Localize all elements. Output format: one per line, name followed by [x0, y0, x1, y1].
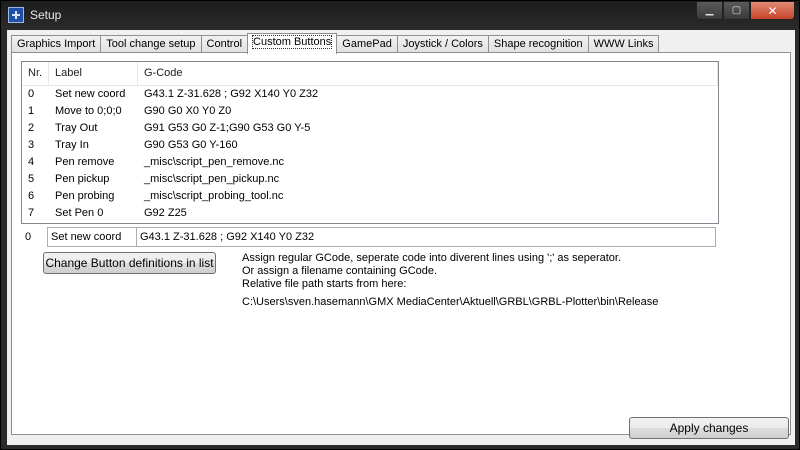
list-row[interactable]: 1 Move to 0;0;0 G90 G0 X0 Y0 Z0	[22, 103, 718, 120]
window-title: Setup	[30, 8, 62, 22]
tab-strip: Graphics Import Tool change setup Contro…	[11, 33, 660, 54]
cell-label: Tray Out	[55, 122, 98, 134]
column-header-nr[interactable]: Nr.	[22, 62, 49, 85]
cell-gcode: G90 G0 X0 Y0 Z0	[144, 105, 232, 117]
maximize-button[interactable]: ▢	[723, 2, 750, 20]
cell-gcode: G91 G53 G0 Z-1;G90 G53 G0 Y-5	[144, 122, 311, 134]
list-row[interactable]: 4 Pen remove _misc\script_pen_remove.nc	[22, 154, 718, 171]
cell-nr: 2	[28, 122, 35, 134]
cell-label: Set new coord	[55, 88, 126, 100]
cell-gcode: _misc\script_pen_remove.nc	[144, 156, 285, 168]
list-row[interactable]: 5 Pen pickup _misc\script_pen_pickup.nc	[22, 171, 718, 188]
tab-label: Custom Buttons	[252, 35, 333, 49]
cell-label: Pen pickup	[55, 173, 110, 185]
hint-line: Assign regular GCode, seperate code into…	[242, 252, 622, 264]
list-row[interactable]: 3 Tray In G90 G53 G0 Y-160	[22, 137, 718, 154]
tab-label: GamePad	[342, 38, 392, 50]
cell-label: Move to 0;0;0	[55, 105, 122, 117]
custom-buttons-list[interactable]: Nr. Label G-Code 0 Set new coord G43.1 Z…	[21, 61, 719, 224]
custom-buttons-panel: Nr. Label G-Code 0 Set new coord G43.1 Z…	[11, 52, 791, 435]
tab-custom-buttons[interactable]: Custom Buttons	[247, 33, 338, 54]
title-bar[interactable]: Setup ▁ ▢ ✕	[1, 1, 800, 31]
close-icon: ✕	[767, 3, 778, 18]
gcode-hint: Assign regular GCode, seperate code into…	[242, 252, 621, 291]
cell-nr: 6	[28, 190, 35, 202]
minimize-button[interactable]: ▁	[696, 2, 723, 20]
tab-label: Graphics Import	[17, 38, 96, 50]
tab-label: WWW Links	[593, 38, 654, 50]
list-row[interactable]: 0 Set new coord G43.1 Z-31.628 ; G92 X14…	[22, 86, 718, 103]
app-icon	[8, 7, 24, 23]
column-header-label[interactable]: Label	[49, 62, 138, 85]
cell-nr: 0	[28, 88, 35, 100]
column-header-gcode[interactable]: G-Code	[138, 62, 718, 85]
gcode-field[interactable]: G43.1 Z-31.628 ; G92 X140 Y0 Z32	[136, 227, 716, 247]
maximize-icon: ▢	[731, 5, 742, 16]
tab-label: Shape recognition	[493, 38, 583, 50]
setup-window: Setup ▁ ▢ ✕ Graphics Import Tool change …	[0, 0, 800, 450]
cell-nr: 3	[28, 139, 35, 151]
hint-line: Or assign a filename containing GCode.	[242, 265, 438, 277]
cell-nr: 7	[28, 207, 35, 219]
cell-nr: 4	[28, 156, 35, 168]
hint-line: Relative file path starts from here:	[242, 278, 407, 290]
list-row[interactable]: 6 Pen probing _misc\script_probing_tool.…	[22, 188, 718, 205]
change-button-definitions-button[interactable]: Change Button definitions in list	[43, 252, 216, 274]
edit-row: 0 Set new coord G43.1 Z-31.628 ; G92 X14…	[21, 227, 716, 247]
cell-gcode: G90 G53 G0 Y-160	[144, 139, 238, 151]
cell-label: Pen probing	[55, 190, 115, 202]
cell-nr: 1	[28, 105, 35, 117]
cell-label: Pen remove	[55, 156, 115, 168]
edit-nr-value: 0	[25, 231, 32, 243]
list-header: Nr. Label G-Code	[22, 62, 718, 86]
relative-path-text: C:\Users\sven.hasemann\GMX MediaCenter\A…	[242, 296, 659, 308]
tab-label: Tool change setup	[106, 38, 196, 50]
list-row[interactable]: 7 Set Pen 0 G92 Z25	[22, 205, 718, 222]
cell-label: Set Pen 0	[55, 207, 104, 219]
cell-nr: 5	[28, 173, 35, 185]
tab-label: Joystick / Colors	[402, 38, 483, 50]
label-field[interactable]: Set new coord	[47, 227, 137, 247]
apply-changes-button[interactable]: Apply changes	[629, 417, 789, 439]
close-button[interactable]: ✕	[750, 2, 795, 20]
tab-label: Control	[206, 38, 243, 50]
cell-label: Tray In	[55, 139, 89, 151]
window-controls: ▁ ▢ ✕	[696, 2, 795, 20]
cell-gcode: _misc\script_pen_pickup.nc	[144, 173, 280, 185]
cell-gcode: G92 Z25	[144, 207, 187, 219]
window-client-area: Graphics Import Tool change setup Contro…	[7, 30, 795, 445]
cell-gcode: G43.1 Z-31.628 ; G92 X140 Y0 Z32	[144, 88, 319, 100]
cell-gcode: _misc\script_probing_tool.nc	[144, 190, 284, 202]
minimize-icon: ▁	[705, 5, 714, 16]
list-row[interactable]: 2 Tray Out G91 G53 G0 Z-1;G90 G53 G0 Y-5	[22, 120, 718, 137]
